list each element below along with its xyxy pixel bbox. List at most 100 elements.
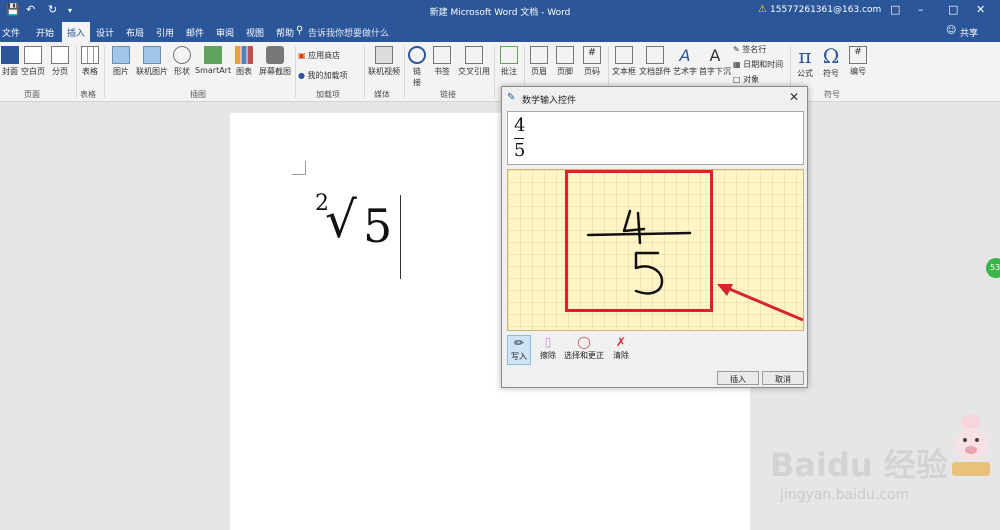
wordart-button[interactable]: A 艺术字: [672, 46, 698, 77]
cross-reference-label: 交叉引用: [458, 67, 490, 76]
table-label: 表格: [82, 67, 98, 76]
tab-layout[interactable]: 布局: [126, 26, 144, 39]
highlight-box: [565, 170, 713, 312]
my-addins-label: 我的加载项: [307, 71, 348, 80]
select-correct-tool[interactable]: ◯ 选择和更正: [562, 335, 606, 361]
radicand: 5: [363, 199, 393, 253]
share-button[interactable]: 共享: [960, 26, 978, 39]
picture-button[interactable]: 图片: [108, 46, 134, 77]
lasso-icon: ◯: [577, 335, 591, 349]
group-symbols: 符号: [824, 90, 840, 99]
comment-label: 批注: [501, 67, 517, 76]
tell-me-search[interactable]: 告诉我你想要做什么: [308, 26, 389, 39]
ribbon-options-icon[interactable]: □: [890, 3, 900, 16]
blank-page-button[interactable]: 空白页: [20, 46, 46, 77]
bookmark-button[interactable]: 书签: [430, 46, 454, 77]
my-addins-button[interactable]: ● 我的加载项: [298, 70, 348, 81]
chart-label: 图表: [236, 67, 252, 76]
footer-button[interactable]: 页脚: [553, 46, 577, 77]
signature-label: 签名行: [742, 45, 767, 54]
maximize-icon[interactable]: □: [948, 3, 958, 16]
tab-help[interactable]: 帮助: [276, 26, 294, 39]
picture-label: 图片: [113, 67, 129, 76]
ribbon-divider: [104, 46, 105, 98]
cover-page-button[interactable]: 封面: [0, 46, 20, 77]
clear-x-icon: ✗: [615, 335, 627, 349]
datetime-button[interactable]: ▦ 日期和时间: [733, 59, 783, 70]
chart-button[interactable]: 图表: [233, 46, 255, 77]
erase-label: 擦除: [540, 351, 556, 360]
watermark-url: jingyan.baidu.com: [780, 487, 910, 503]
side-float-badge[interactable]: 53: [986, 258, 1000, 278]
ribbon-divider: [76, 46, 77, 98]
account-email[interactable]: 15577261361@163.com: [770, 5, 881, 15]
erase-tool[interactable]: ▯ 擦除: [536, 335, 560, 361]
group-media: 媒体: [374, 90, 390, 99]
handwriting-canvas[interactable]: [507, 169, 804, 331]
baidu-jingyan-watermark: Baidu 经验: [770, 446, 948, 484]
ribbon: 封面 空白页 分页 页面 表格 表格 图片 联机图片 形状 SmartArt 图…: [0, 42, 1000, 102]
online-picture-button[interactable]: 联机图片: [134, 46, 170, 77]
store-button[interactable]: ▣ 应用商店: [298, 50, 340, 61]
footer-label: 页脚: [557, 67, 573, 76]
preview-denominator: 5: [514, 140, 526, 161]
tab-review[interactable]: 审阅: [216, 26, 234, 39]
page-break-button[interactable]: 分页: [48, 46, 72, 77]
close-icon[interactable]: ✕: [789, 90, 799, 104]
smartart-button[interactable]: SmartArt: [195, 46, 231, 75]
online-video-label: 联机视频: [368, 67, 400, 76]
write-tool[interactable]: ✏ 写入: [507, 335, 531, 365]
radical-sign: √: [325, 191, 357, 249]
insert-button[interactable]: 插入: [717, 371, 759, 385]
header-label: 页眉: [531, 67, 547, 76]
close-icon[interactable]: ✕: [976, 3, 985, 16]
shapes-button[interactable]: 形状: [170, 46, 194, 77]
table-button[interactable]: 表格: [78, 46, 102, 77]
header-button[interactable]: 页眉: [527, 46, 551, 77]
symbol-button[interactable]: Ω 符号: [819, 44, 843, 79]
shapes-label: 形状: [174, 67, 190, 76]
tab-references[interactable]: 引用: [156, 26, 174, 39]
quick-parts-button[interactable]: 文档部件: [638, 46, 672, 77]
tab-view[interactable]: 视图: [246, 26, 264, 39]
signature-line-button[interactable]: ✎ 签名行: [733, 44, 766, 55]
link-label-2: 接: [413, 78, 421, 87]
cover-page-label: 封面: [2, 67, 18, 76]
textbox-label: 文本框: [612, 67, 636, 76]
omega-icon: Ω: [822, 44, 840, 68]
quick-parts-label: 文档部件: [639, 67, 671, 76]
page-number-button[interactable]: # 页码: [579, 46, 605, 77]
screenshot-button[interactable]: 屏幕截图: [257, 46, 293, 77]
bookmark-label: 书签: [434, 67, 450, 76]
addins-icon: ●: [298, 71, 305, 80]
preview-fraction-bar: [514, 138, 524, 139]
group-links: 链接: [440, 90, 456, 99]
tab-home[interactable]: 开始: [36, 26, 54, 39]
link-button[interactable]: 链接: [406, 46, 428, 88]
minimize-icon[interactable]: –: [918, 3, 924, 16]
link-label: 链: [413, 67, 421, 76]
ribbon-divider: [494, 46, 495, 98]
datetime-label: 日期和时间: [743, 60, 784, 69]
tab-file[interactable]: 文件: [2, 26, 20, 39]
comment-button[interactable]: 批注: [496, 46, 522, 77]
text-cursor: [400, 195, 401, 279]
tab-design[interactable]: 设计: [96, 26, 114, 39]
clear-label: 清除: [613, 351, 629, 360]
number-button[interactable]: # 编号: [846, 46, 870, 77]
cancel-button[interactable]: 取消: [762, 371, 804, 385]
ribbon-divider: [364, 46, 365, 98]
tab-insert[interactable]: 插入: [62, 22, 90, 42]
cross-reference-button[interactable]: 交叉引用: [456, 46, 492, 77]
group-tables: 表格: [80, 90, 96, 99]
online-video-button[interactable]: 联机视频: [366, 46, 402, 77]
tab-mailings[interactable]: 邮件: [186, 26, 204, 39]
screenshot-label: 屏幕截图: [259, 67, 291, 76]
equation-button[interactable]: π 公式: [793, 44, 817, 79]
ribbon-divider: [295, 46, 296, 98]
object-button[interactable]: □ 对象: [733, 74, 759, 85]
clear-tool[interactable]: ✗ 清除: [610, 335, 632, 361]
dropcap-button[interactable]: A 首字下沉: [698, 46, 732, 77]
textbox-button[interactable]: 文本框: [610, 46, 638, 77]
dropcap-label: 首字下沉: [699, 67, 731, 76]
